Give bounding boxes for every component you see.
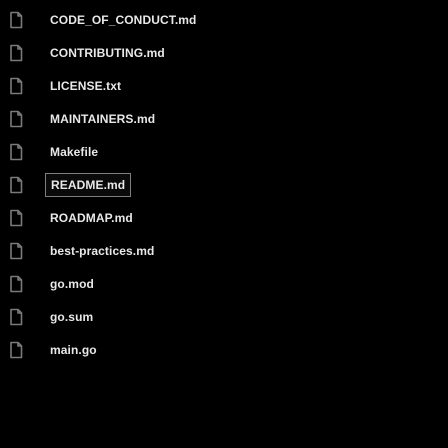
file-row-selected[interactable]: README.md [0, 168, 448, 201]
file-name: go.sum [50, 309, 94, 324]
file-icon [7, 209, 25, 227]
file-row[interactable]: LICENSE.txt [0, 69, 448, 102]
file-icon [7, 176, 25, 194]
file-name: LICENSE.txt [50, 78, 122, 93]
file-name: main.go [50, 342, 97, 357]
file-icon [7, 77, 25, 95]
file-icon [7, 275, 25, 293]
file-row[interactable]: MAINTAINERS.md [0, 102, 448, 135]
file-icon [7, 11, 25, 29]
file-name: best-practices.md [50, 243, 155, 258]
file-row[interactable]: best-practices.md [0, 234, 448, 267]
file-icon [7, 242, 25, 260]
file-row[interactable]: main.go [0, 333, 448, 366]
file-name: go.mod [50, 276, 94, 291]
file-name: CODE_OF_CONDUCT.md [50, 12, 197, 27]
file-icon [7, 110, 25, 128]
file-row[interactable]: Makefile [0, 135, 448, 168]
file-row[interactable]: go.sum [0, 300, 448, 333]
file-row[interactable]: ROADMAP.md [0, 201, 448, 234]
file-list: CODE_OF_CONDUCT.md CONTRIBUTING.md LICEN… [0, 3, 448, 366]
file-name: ROADMAP.md [50, 210, 133, 225]
file-icon [7, 44, 25, 62]
file-icon [7, 143, 25, 161]
file-icon [7, 308, 25, 326]
file-icon [7, 341, 25, 359]
file-name: README.md [45, 172, 132, 197]
file-name: MAINTAINERS.md [50, 111, 156, 126]
file-name: Makefile [50, 144, 99, 159]
file-row[interactable]: CODE_OF_CONDUCT.md [0, 3, 448, 36]
file-row[interactable]: go.mod [0, 267, 448, 300]
file-name: CONTRIBUTING.md [50, 45, 165, 60]
file-row[interactable]: CONTRIBUTING.md [0, 36, 448, 69]
